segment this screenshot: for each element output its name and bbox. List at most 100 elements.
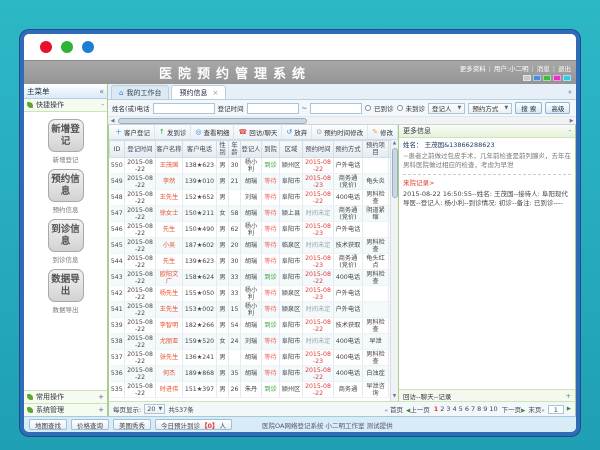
- tab-workbench[interactable]: ⌂ 我的工作台: [111, 85, 169, 99]
- table-row[interactable]: 5372015-08-22张先生136★241男胡瑞等待阜阳市2015-08-2…: [110, 350, 391, 366]
- statusbar-button[interactable]: 地图查找: [29, 419, 67, 430]
- column-header[interactable]: 客户电话: [183, 141, 217, 158]
- table-row[interactable]: 5482015-08-22王先生152★652男刘瑞等待阜阳市2015-08-2…: [110, 190, 391, 206]
- table-row[interactable]: 5352015-08-22时进伟151★397男26朱丹到诊颍州区2015-08…: [110, 382, 391, 398]
- search-name-input[interactable]: [153, 103, 215, 114]
- status-square-icon[interactable]: [523, 75, 531, 81]
- table-row[interactable]: 5412015-08-22王先生153★002男15杨小利等待颍泉区时间未定户外…: [110, 302, 391, 318]
- column-header[interactable]: 客户名称: [156, 141, 183, 158]
- column-header[interactable]: ID: [110, 141, 125, 158]
- topbar-link[interactable]: 消息: [537, 65, 550, 73]
- scroll-left-icon[interactable]: ◀: [108, 118, 117, 124]
- v-scrollbar-thumb[interactable]: [392, 148, 398, 198]
- table-row[interactable]: 5472015-08-22徐女士150★211女58胡瑞等待颍上县时间未定商务通…: [110, 206, 391, 222]
- goto-page-input[interactable]: 1: [548, 405, 564, 414]
- table-row[interactable]: 5422015-08-22杨先生155★050男33杨小利等待颍泉区2015-0…: [110, 286, 391, 302]
- edit-button[interactable]: ✎修改: [368, 125, 398, 139]
- expand-icon[interactable]: +: [566, 392, 571, 400]
- channel-select[interactable]: 预约方式 ▼: [468, 103, 512, 114]
- page-number[interactable]: 3: [445, 405, 451, 413]
- topbar-link[interactable]: 退出: [558, 65, 571, 73]
- vertical-scrollbar[interactable]: ▲ ▼: [390, 140, 398, 401]
- column-header[interactable]: 到院: [262, 141, 280, 158]
- registrar-select[interactable]: 登记人 ▼: [428, 103, 465, 114]
- topbar-link[interactable]: 更多资料: [460, 65, 486, 73]
- search-button[interactable]: 搜 索: [515, 102, 542, 114]
- status-square-icon[interactable]: [553, 75, 561, 81]
- sidebar-section-collapsed[interactable]: 常用操作+: [24, 390, 107, 403]
- customer-register-button[interactable]: ＋客户登记: [111, 125, 155, 139]
- status-square-icon[interactable]: [533, 75, 541, 81]
- column-header[interactable]: 预约时间: [303, 141, 334, 158]
- column-header[interactable]: 预约项目: [363, 141, 389, 158]
- table-row[interactable]: 5502015-08-22王茂国138★623男30杨小利到诊颍州区2015-0…: [110, 158, 391, 174]
- section-minimize-icon[interactable]: -: [101, 101, 104, 109]
- horizontal-scrollbar[interactable]: ◀ ▶: [108, 117, 576, 125]
- table-cell: 欧阳文广: [156, 270, 183, 286]
- table-row[interactable]: 5392015-08-22李智明182★266男54胡瑞到诊阜阳市2015-08…: [110, 318, 391, 334]
- expand-icon[interactable]: +: [98, 393, 104, 401]
- radio-arrived[interactable]: [365, 105, 371, 111]
- goto-page-button[interactable]: ▶: [567, 406, 571, 412]
- page-number[interactable]: 4: [452, 405, 458, 413]
- next-page-button[interactable]: 下一页▶: [502, 404, 526, 414]
- shortcut-button-4[interactable]: 数据导出: [48, 269, 84, 302]
- status-square-icon[interactable]: [543, 75, 551, 81]
- traffic-dot-red-icon[interactable]: [40, 41, 52, 53]
- column-header[interactable]: 登记时间: [125, 141, 156, 158]
- minimize-icon[interactable]: -: [568, 127, 571, 135]
- scroll-right-icon[interactable]: ▶: [567, 118, 576, 124]
- page-number[interactable]: 10: [488, 405, 498, 413]
- scroll-up-icon[interactable]: ▲: [393, 140, 396, 148]
- last-page-button[interactable]: 末页»: [528, 404, 544, 414]
- panel-collapse-icon[interactable]: «: [566, 89, 574, 93]
- scroll-down-icon[interactable]: ▼: [393, 393, 396, 401]
- topbar-link[interactable]: 用户:小二明: [494, 65, 529, 73]
- column-header[interactable]: 预约方式: [334, 141, 363, 158]
- sidebar-collapse-icon[interactable]: «: [99, 87, 104, 96]
- shortcut-button-3[interactable]: 到诊信息: [48, 219, 84, 252]
- send-arrival-button[interactable]: ↑发到诊: [155, 125, 191, 139]
- status-square-icon[interactable]: [563, 75, 571, 81]
- close-icon[interactable]: ×: [212, 89, 218, 97]
- tab-appointment-info[interactable]: 预约信息 ×: [171, 85, 226, 99]
- traffic-dot-blue-icon[interactable]: [82, 41, 94, 53]
- callback-chat-button[interactable]: ☎回访/聊天: [234, 125, 282, 139]
- first-page-button[interactable]: « 首页: [385, 404, 403, 414]
- table-cell: 商务通(竞价): [334, 174, 363, 190]
- page-number[interactable]: 5: [458, 405, 464, 413]
- today-expected-button[interactable]: 今日预计到诊 【0】 人: [155, 419, 232, 430]
- table-row[interactable]: 5462015-08-22先生150★490男62杨小利等待阜阳市2015-08…: [110, 222, 391, 238]
- expand-icon[interactable]: +: [98, 406, 104, 414]
- column-header[interactable]: 区域: [280, 141, 303, 158]
- appt-time-edit-button[interactable]: ⊙预约时间修改: [312, 125, 368, 139]
- abandon-button[interactable]: ↺放弃: [282, 125, 312, 139]
- view-detail-button[interactable]: ◎查看明细: [191, 125, 234, 139]
- shortcut-button-2[interactable]: 预约信息: [48, 169, 84, 202]
- scrollbar-thumb[interactable]: [118, 118, 307, 124]
- traffic-dot-green-icon[interactable]: [61, 41, 73, 53]
- table-row[interactable]: 5382015-08-22尤丽亚159★520女24刘瑞等待阜阳市时间未定400…: [110, 334, 391, 350]
- column-header[interactable]: 性别: [217, 141, 229, 158]
- column-header[interactable]: 登记人: [241, 141, 262, 158]
- sidebar-section-collapsed[interactable]: 系统管理+: [24, 403, 107, 416]
- sidebar-section-quick-ops[interactable]: 快捷操作 -: [24, 99, 107, 112]
- prev-page-button[interactable]: ◀上一页: [406, 404, 430, 414]
- column-header[interactable]: 年龄: [229, 141, 241, 158]
- table-row[interactable]: 5452015-08-22小吴187★602男20胡瑞等待临泉区时间未定技术获取…: [110, 238, 391, 254]
- scrollbar-track[interactable]: [117, 118, 567, 124]
- table-row[interactable]: 5362015-08-22何杰189★868男35胡瑞等待阜阳市2015-08-…: [110, 366, 391, 382]
- table-row[interactable]: 5492015-08-22李然139★010男21胡瑞等待阜阳市2015-08-…: [110, 174, 391, 190]
- table-row[interactable]: 5442015-08-22先生139★623男30胡瑞等待阜阳市2015-08-…: [110, 254, 391, 270]
- statusbar-button[interactable]: 价格查询: [71, 419, 109, 430]
- reg-time-from-input[interactable]: [247, 103, 299, 114]
- table-row[interactable]: 5432015-08-22欧阳文广158★624男33胡瑞到诊阜阳市2015-0…: [110, 270, 391, 286]
- per-page-select[interactable]: 20 ▼: [144, 404, 165, 414]
- callback-chat-bar[interactable]: 回访--聊天--记录 +: [399, 389, 575, 401]
- radio-not-arrived[interactable]: [397, 105, 403, 111]
- advanced-button[interactable]: 高级: [545, 102, 570, 114]
- reg-time-to-input[interactable]: [310, 103, 362, 114]
- table-cell: 187★602: [183, 238, 217, 254]
- statusbar-button[interactable]: 美图秀秀: [113, 419, 151, 430]
- shortcut-button-1[interactable]: 新增登记: [48, 119, 84, 152]
